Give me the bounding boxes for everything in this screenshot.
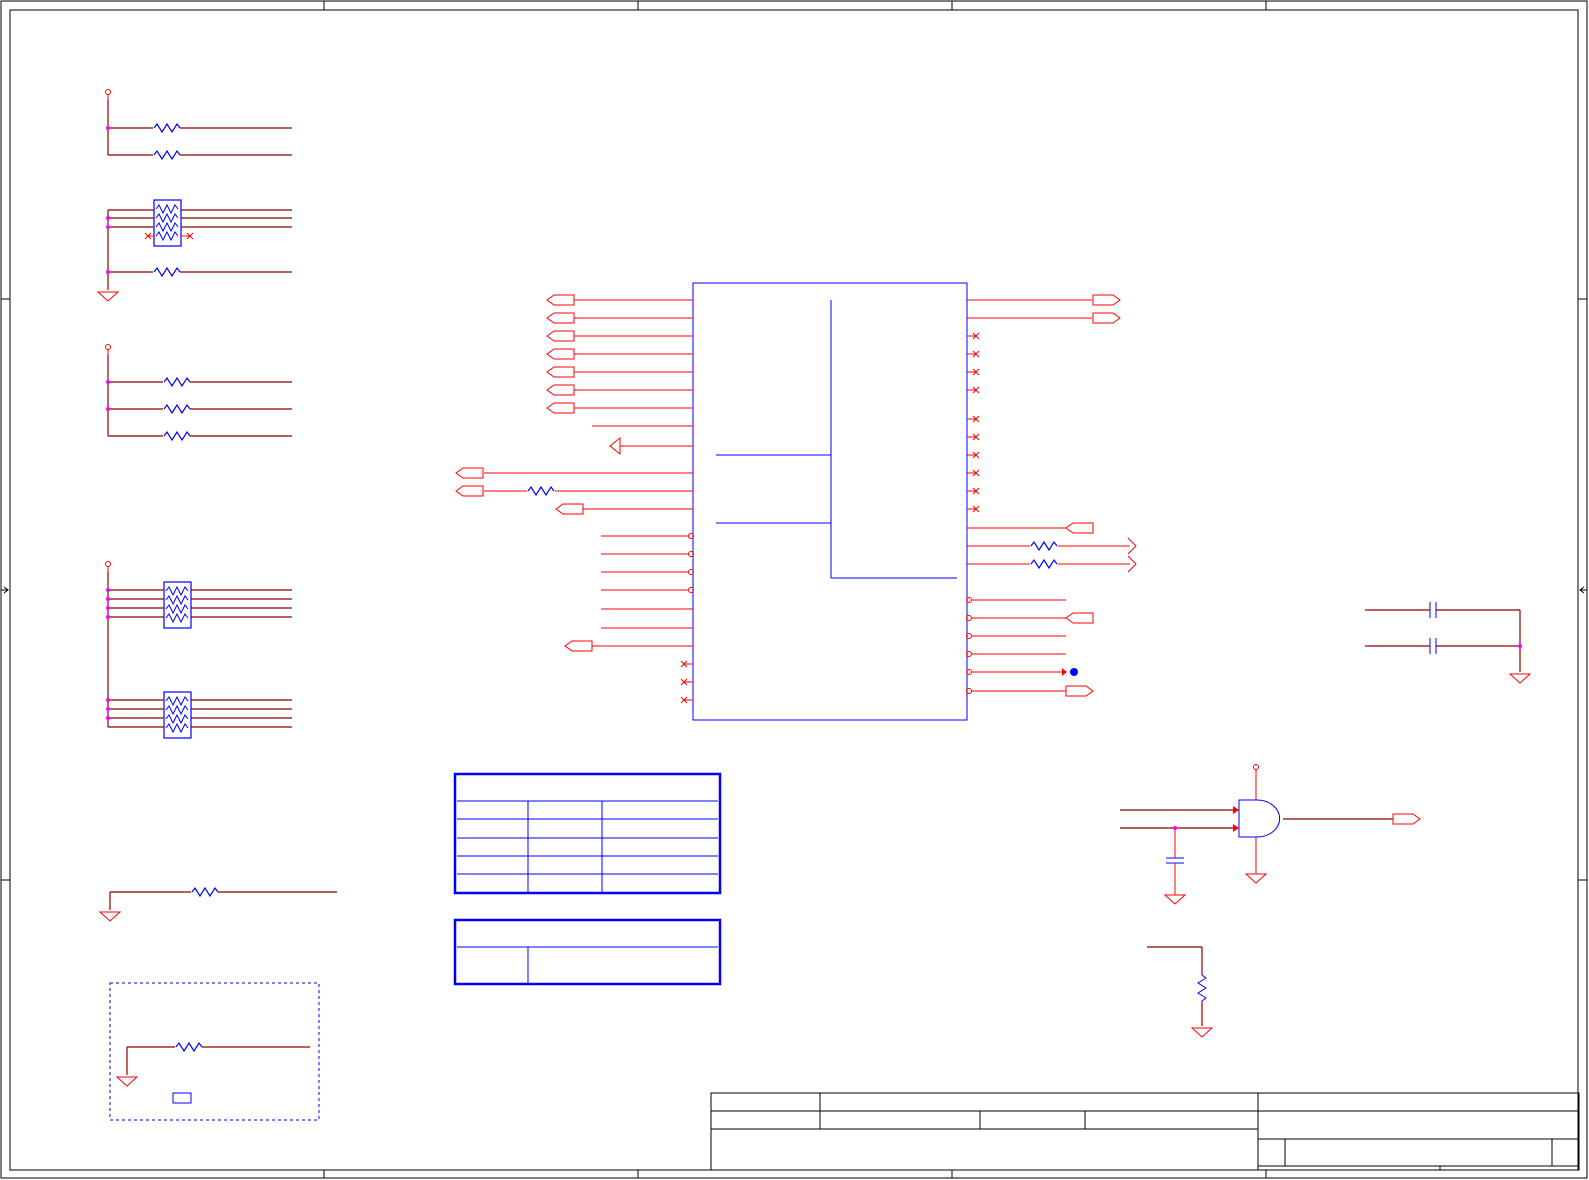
offpage-connector-icon	[555, 503, 584, 515]
resistor-network-icon	[163, 581, 192, 629]
resistor-icon	[163, 377, 191, 387]
power-pin-icon	[105, 89, 111, 101]
offpage-connector-icon	[564, 640, 593, 652]
offpage-connector-icon	[546, 330, 575, 342]
offpage-connector-icon	[546, 294, 575, 306]
label-box	[172, 1092, 192, 1104]
resistor-icon	[153, 123, 181, 133]
power-pin-icon	[105, 344, 111, 356]
strap-table	[453, 772, 722, 895]
resistor-icon	[527, 486, 555, 496]
ground-icon	[609, 436, 621, 456]
decoupling-capacitors	[1365, 602, 1531, 684]
pulldown-group-1	[97, 199, 292, 302]
offpage-connector-icon	[1092, 294, 1121, 306]
offpage-connector-icon	[1065, 685, 1094, 697]
resistor-icon	[175, 1042, 203, 1052]
ground-icon	[116, 1076, 138, 1087]
schematic-sheet	[0, 0, 1588, 1179]
offpage-connector-icon	[1065, 612, 1094, 624]
offpage-connector-icon	[546, 312, 575, 324]
resistor-icon	[1030, 559, 1058, 569]
power-pin-icon	[105, 561, 111, 573]
test-point-icon	[1070, 668, 1078, 676]
offpage-connector-icon	[546, 402, 575, 414]
pulldown-right	[1147, 946, 1213, 1038]
offpage-connector-icon	[1065, 522, 1094, 534]
resistor-icon	[163, 404, 191, 414]
ground-icon	[1245, 873, 1267, 884]
capacitor-icon	[1166, 857, 1184, 864]
offpage-connector-icon	[455, 467, 484, 479]
no-connect-pins	[967, 332, 980, 513]
and-gate-icon	[1238, 799, 1281, 838]
resistor-icon	[153, 267, 181, 277]
optional-strap-box	[109, 982, 320, 1121]
resistor-network-icon	[153, 199, 182, 247]
resistor-network-icon	[163, 691, 192, 739]
capacitor-icon	[1429, 638, 1437, 654]
note-table	[453, 918, 722, 986]
offpage-connector-icon	[455, 485, 484, 497]
resistor-icon	[191, 887, 219, 897]
offpage-connector-icon	[1392, 813, 1421, 825]
ic-block	[692, 282, 968, 721]
right-port-pins	[966, 294, 1137, 697]
ground-icon	[1191, 1027, 1213, 1038]
ground-icon	[99, 911, 121, 922]
ground-icon	[1509, 673, 1531, 684]
left-port-pins	[455, 294, 694, 704]
resistor-icon	[1197, 974, 1207, 1002]
resistor-icon	[163, 431, 191, 441]
resistor-icon	[1030, 541, 1058, 551]
offpage-connector-icon	[1092, 312, 1121, 324]
junction-dot	[106, 126, 110, 130]
ground-icon	[97, 291, 119, 302]
arrow-left-icon	[1579, 586, 1587, 594]
power-pin-icon	[1253, 764, 1259, 776]
arrow-right-icon	[1, 586, 9, 594]
offpage-connector-icon	[546, 366, 575, 378]
capacitor-icon	[1429, 602, 1437, 618]
main-ic	[455, 282, 1137, 721]
resistor-icon	[153, 150, 181, 160]
pullup-group-3	[105, 561, 292, 739]
pullup-group-2	[105, 344, 292, 441]
ground-icon	[1164, 894, 1186, 905]
pulldown-single	[99, 887, 337, 922]
title-block	[710, 1092, 1580, 1171]
pullup-group-1	[105, 89, 292, 160]
offpage-connector-icon	[546, 348, 575, 360]
and-gate-circuit	[1120, 764, 1421, 905]
offpage-connector-icon	[546, 384, 575, 396]
